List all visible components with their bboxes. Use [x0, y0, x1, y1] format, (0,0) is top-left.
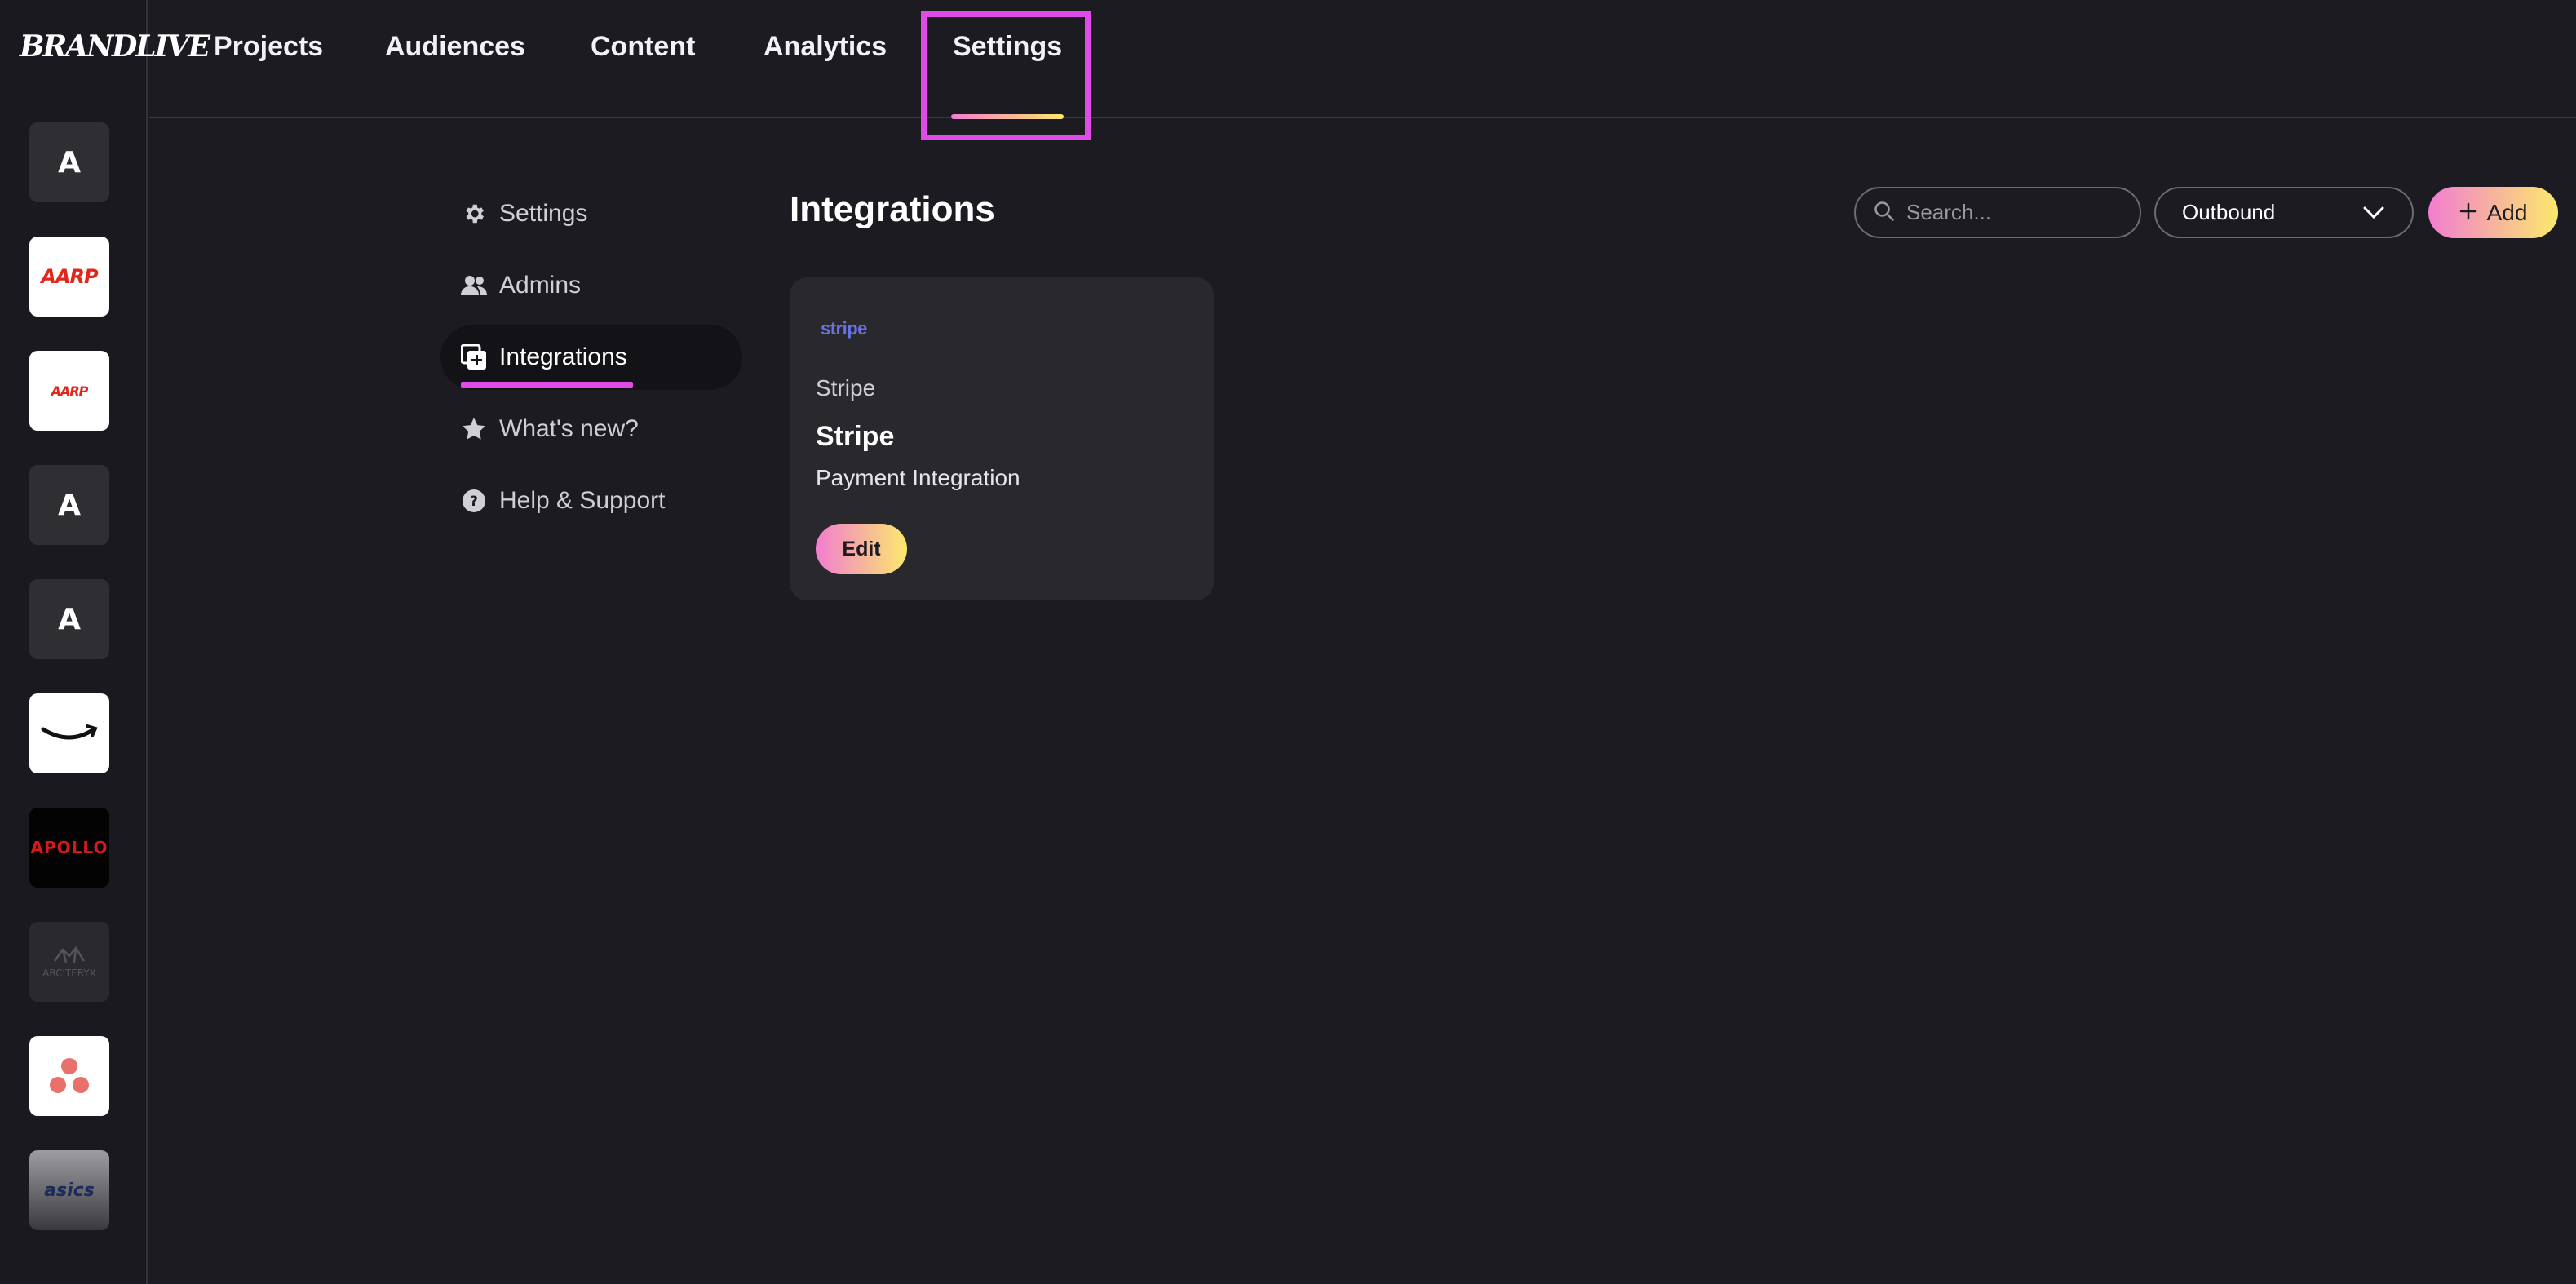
subnav-label: Settings: [499, 200, 588, 227]
subnav-help-support[interactable]: ? Help & Support: [440, 468, 742, 534]
integration-provider: Stripe: [816, 375, 876, 401]
subnav-label: What's new?: [499, 415, 639, 442]
top-nav: Projects Audiences Content Analytics Set…: [149, 0, 2576, 118]
integration-name: Stripe: [816, 421, 895, 452]
workspace-a-3[interactable]: A: [29, 579, 109, 659]
svg-text:?: ?: [470, 494, 478, 510]
tab-projects[interactable]: Projects: [214, 31, 323, 63]
tab-audiences[interactable]: Audiences: [385, 31, 525, 63]
star-icon: [460, 415, 488, 443]
workspace-a-2[interactable]: A: [29, 465, 109, 545]
apollo-logo: APOLLO: [30, 838, 108, 857]
subnav-label: Admins: [499, 272, 582, 299]
asana-dots-icon: [50, 1058, 89, 1093]
integration-card-stripe: stripe Stripe Stripe Payment Integration…: [790, 277, 1214, 600]
amazon-smile-icon: [41, 724, 98, 740]
workspace-arcteryx[interactable]: ARC'TERYX: [29, 922, 109, 1002]
subnav-admins[interactable]: Admins: [440, 253, 742, 318]
search-box[interactable]: [1854, 187, 2141, 238]
subnav-integrations[interactable]: Integrations: [440, 325, 742, 390]
users-icon: [460, 272, 488, 299]
workspace-aarp-2[interactable]: AARP: [29, 351, 109, 431]
tab-analytics[interactable]: Analytics: [764, 31, 887, 63]
edit-integration-button[interactable]: Edit: [816, 524, 907, 574]
workspace-rail: BRANDLIVE A AARP AARP A A APOLLO ARC'TER…: [0, 0, 210, 1284]
aarp-logo: AARP: [51, 383, 89, 399]
active-tab-indicator: [951, 114, 1064, 119]
workspace-apollo[interactable]: APOLLO: [29, 808, 109, 888]
integration-description: Payment Integration: [816, 465, 1020, 490]
search-input[interactable]: [1906, 200, 2127, 225]
workspace-a-1[interactable]: A: [29, 122, 109, 202]
arcteryx-bird-icon: [53, 945, 86, 963]
search-icon: [1874, 201, 1895, 225]
plus-icon: [2459, 200, 2477, 226]
subnav-label: Integrations: [499, 343, 627, 370]
workspace-aarp-1[interactable]: AARP: [29, 237, 109, 317]
tab-content[interactable]: Content: [591, 31, 695, 63]
aarp-logo: AARP: [41, 265, 98, 288]
subnav-whats-new[interactable]: What's new?: [440, 396, 742, 462]
workspace-asics[interactable]: asics: [29, 1150, 109, 1230]
gear-icon: [460, 200, 488, 228]
filter-value: Outbound: [2182, 200, 2276, 224]
workspace-label: A: [58, 488, 81, 522]
add-integration-button[interactable]: Add: [2428, 187, 2558, 238]
asics-logo: asics: [44, 1180, 95, 1201]
arcteryx-logo: ARC'TERYX: [42, 967, 96, 979]
active-subnav-indicator: [461, 382, 633, 388]
workspace-amazon[interactable]: [29, 693, 109, 773]
help-icon: ?: [460, 487, 488, 515]
direction-filter-select[interactable]: Outbound: [2154, 187, 2414, 238]
integrations-icon: [460, 343, 488, 371]
workspace-asana[interactable]: [29, 1036, 109, 1116]
subnav-settings[interactable]: Settings: [440, 181, 742, 246]
workspace-label: A: [58, 145, 81, 179]
add-label: Add: [2486, 199, 2528, 225]
page-title: Integrations: [790, 189, 995, 229]
chevron-down-icon: [2363, 200, 2384, 225]
active-tab-highlight: [921, 11, 1091, 140]
subnav-label: Help & Support: [499, 487, 666, 514]
workspace-label: A: [58, 602, 81, 636]
stripe-logo: stripe: [821, 318, 867, 339]
brand-logo[interactable]: BRANDLIVE: [20, 29, 210, 70]
